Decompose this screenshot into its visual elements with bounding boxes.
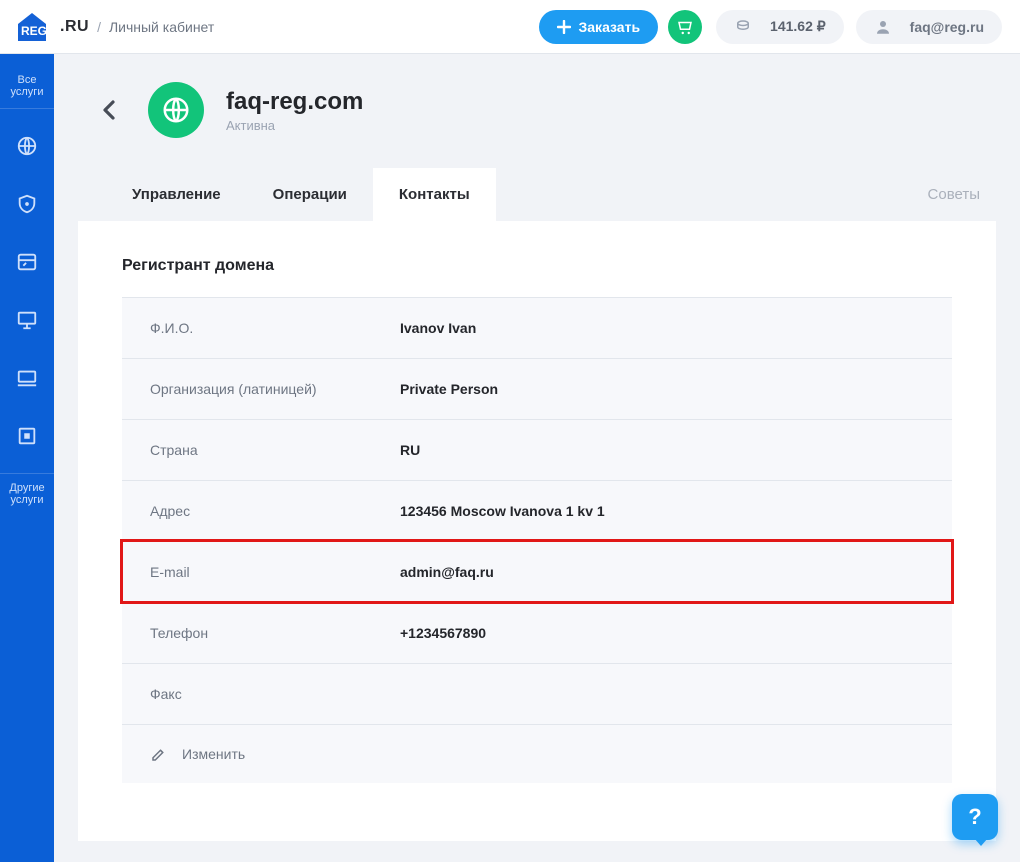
globe-icon bbox=[161, 95, 191, 125]
info-value: +1234567890 bbox=[400, 625, 486, 641]
logo-text: .RU bbox=[60, 18, 89, 36]
info-row: Телефон+1234567890 bbox=[122, 602, 952, 663]
account-email: faq@reg.ru bbox=[910, 19, 984, 35]
info-value: 123456 Moscow Ivanova 1 kv 1 bbox=[400, 503, 605, 519]
sidebar: Все услуги bbox=[0, 54, 54, 862]
balance-pill[interactable]: 141.62 ₽ bbox=[716, 10, 844, 44]
breadcrumb[interactable]: Личный кабинет bbox=[109, 19, 214, 35]
order-label: Заказать bbox=[579, 19, 641, 35]
panel: Регистрант домена Ф.И.О.Ivanov IvanОрган… bbox=[78, 221, 996, 841]
help-button[interactable]: ? bbox=[952, 794, 998, 840]
logo[interactable]: REG .RU bbox=[14, 10, 89, 44]
order-button[interactable]: Заказать bbox=[539, 10, 659, 44]
help-label: ? bbox=[968, 804, 981, 830]
info-value: admin@faq.ru bbox=[400, 564, 494, 580]
sidebar-label-all: Все услуги bbox=[0, 74, 54, 98]
info-label: Телефон bbox=[150, 625, 400, 641]
svg-text:REG: REG bbox=[21, 24, 47, 38]
domain-avatar bbox=[148, 82, 204, 138]
back-button[interactable] bbox=[92, 93, 126, 127]
breadcrumb-sep: / bbox=[97, 19, 101, 35]
desktop-icon bbox=[16, 367, 38, 389]
sidebar-item-servers[interactable] bbox=[0, 293, 54, 347]
account-pill[interactable]: faq@reg.ru bbox=[856, 10, 1002, 44]
sidebar-item-sites[interactable] bbox=[0, 351, 54, 405]
monitor-icon bbox=[16, 309, 38, 331]
sidebar-item-hosting[interactable] bbox=[0, 235, 54, 289]
info-row: Адрес123456 Moscow Ivanova 1 kv 1 bbox=[122, 480, 952, 541]
chevron-left-icon bbox=[101, 98, 117, 122]
info-row: Организация (латиницей)Private Person bbox=[122, 358, 952, 419]
info-value: RU bbox=[400, 442, 420, 458]
section-title-registrant: Регистрант домена bbox=[122, 257, 952, 275]
domain-status: Активна bbox=[226, 118, 363, 133]
info-label: Страна bbox=[150, 442, 400, 458]
top-bar: REG .RU / Личный кабинет Заказать 141.62… bbox=[0, 0, 1020, 54]
info-label: Организация (латиницей) bbox=[150, 381, 400, 397]
info-label: E-mail bbox=[150, 564, 400, 580]
tabs: Управление Операции Контакты Советы bbox=[78, 168, 996, 221]
server-panel-icon bbox=[16, 251, 38, 273]
sidebar-item-domains[interactable] bbox=[0, 119, 54, 173]
page-header: faq-reg.com Активна bbox=[78, 82, 996, 138]
shield-icon bbox=[16, 193, 38, 215]
sidebar-item-ssl[interactable] bbox=[0, 177, 54, 231]
edit-label: Изменить bbox=[182, 746, 245, 762]
plus-icon bbox=[557, 20, 571, 34]
main-content: faq-reg.com Активна Управление Операции … bbox=[54, 54, 1020, 862]
sidebar-item-storage[interactable] bbox=[0, 409, 54, 463]
sidebar-item-other-services[interactable]: Другие услуги bbox=[0, 473, 54, 514]
domain-name: faq-reg.com bbox=[226, 88, 363, 116]
sidebar-item-all-services[interactable]: Все услуги bbox=[0, 68, 54, 109]
tab-tips[interactable]: Советы bbox=[920, 168, 988, 221]
cart-button[interactable] bbox=[668, 10, 702, 44]
globe-icon bbox=[16, 135, 38, 157]
info-label: Ф.И.О. bbox=[150, 320, 400, 336]
info-label: Факс bbox=[150, 686, 400, 702]
cart-icon bbox=[676, 18, 694, 36]
info-row: Ф.И.О.Ivanov Ivan bbox=[122, 297, 952, 358]
info-value: Private Person bbox=[400, 381, 498, 397]
pencil-icon bbox=[150, 745, 168, 763]
sidebar-label-other: Другие услуги bbox=[0, 482, 54, 506]
info-row: Факс bbox=[122, 663, 952, 724]
tab-contacts[interactable]: Контакты bbox=[373, 168, 496, 221]
user-icon bbox=[874, 18, 892, 36]
edit-button[interactable]: Изменить bbox=[122, 724, 952, 783]
info-row: СтранаRU bbox=[122, 419, 952, 480]
logo-icon: REG bbox=[14, 10, 54, 44]
square-dot-icon bbox=[16, 425, 38, 447]
coins-icon bbox=[734, 18, 752, 36]
balance-amount: 141.62 ₽ bbox=[770, 18, 826, 35]
info-label: Адрес bbox=[150, 503, 400, 519]
tab-operations[interactable]: Операции bbox=[247, 168, 373, 221]
info-value: Ivanov Ivan bbox=[400, 320, 476, 336]
tab-manage[interactable]: Управление bbox=[106, 168, 247, 221]
info-row: E-mailadmin@faq.ru bbox=[122, 541, 952, 602]
